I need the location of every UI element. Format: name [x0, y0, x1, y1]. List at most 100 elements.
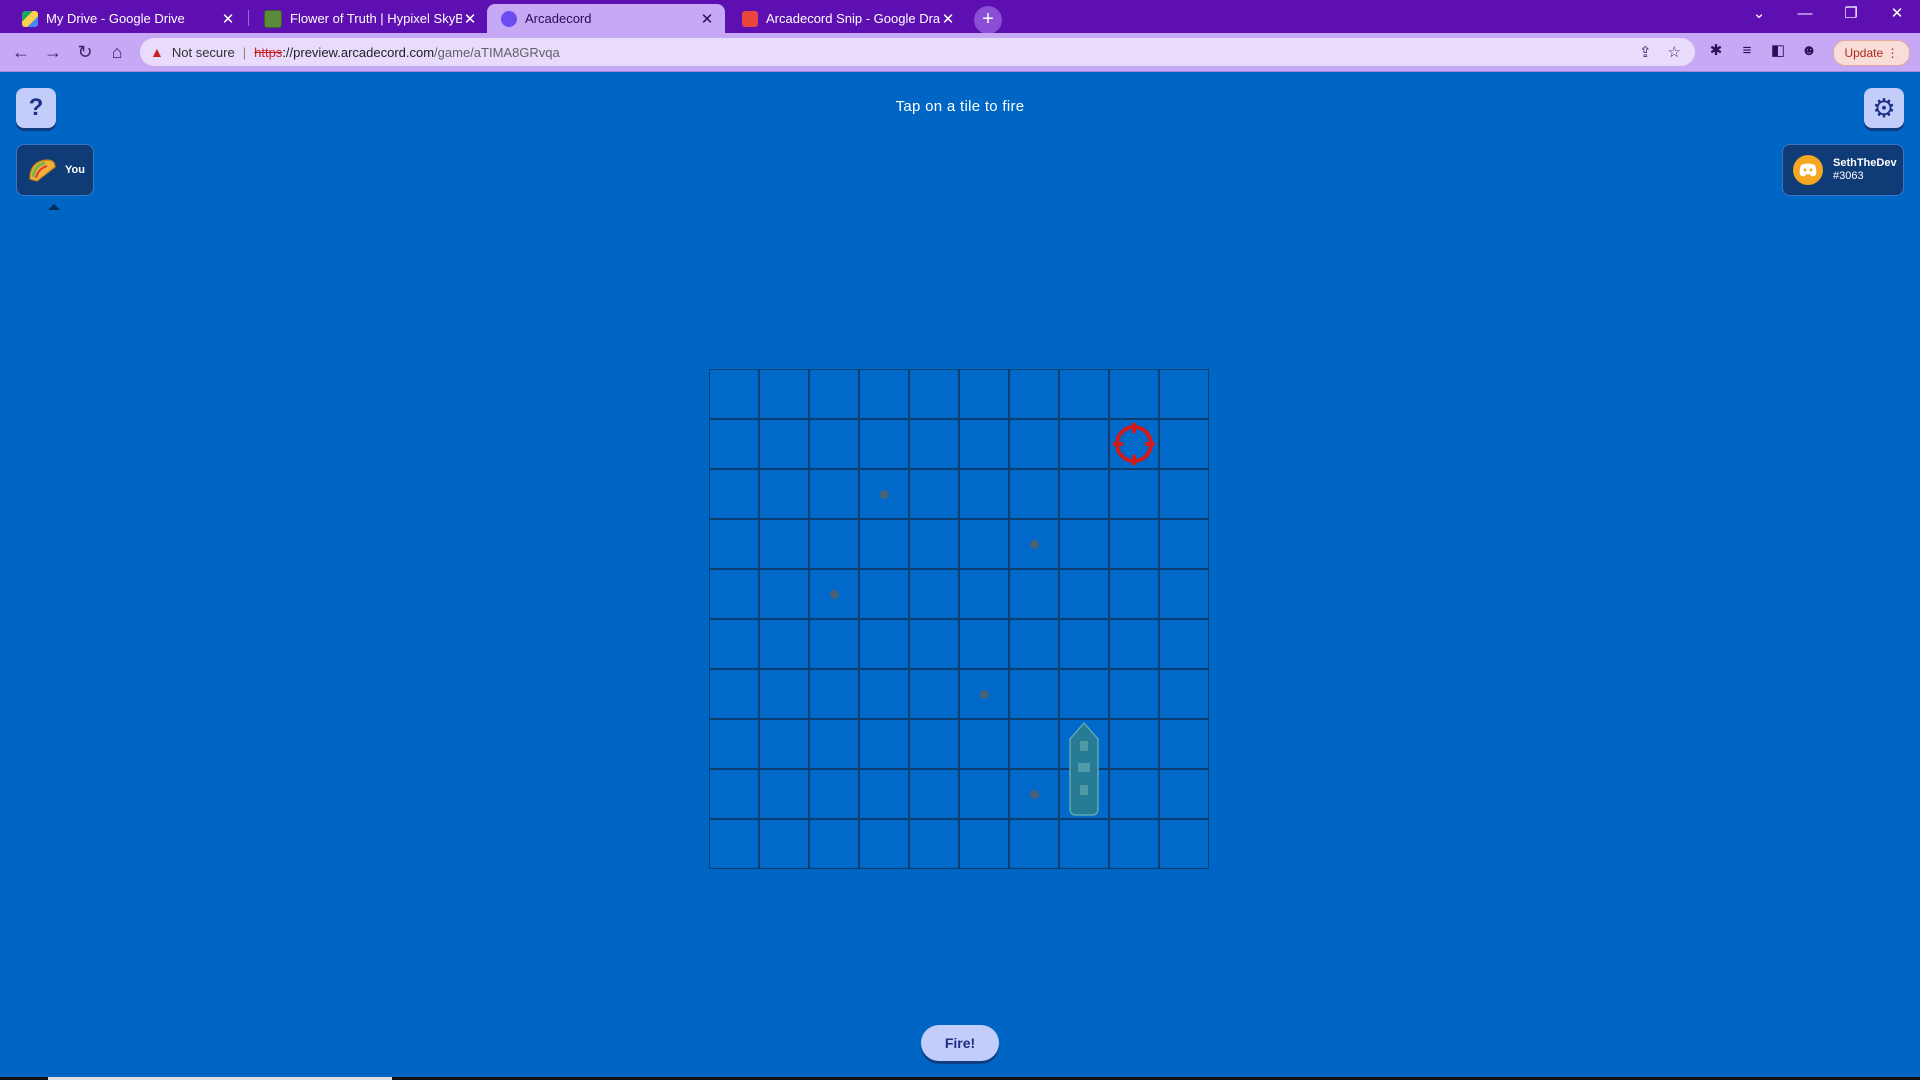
- grid-tile[interactable]: [1159, 719, 1209, 769]
- grid-tile[interactable]: [709, 769, 759, 819]
- grid-tile[interactable]: [709, 369, 759, 419]
- grid-tile[interactable]: [909, 419, 959, 469]
- address-bar[interactable]: ▲ Not secure | https://preview.arcadecor…: [140, 38, 1695, 66]
- grid-tile[interactable]: [809, 519, 859, 569]
- grid-tile[interactable]: [959, 769, 1009, 819]
- grid-tile[interactable]: [809, 769, 859, 819]
- grid-tile[interactable]: [759, 519, 809, 569]
- grid-tile[interactable]: [959, 519, 1009, 569]
- close-icon[interactable]: ✕: [699, 10, 715, 28]
- grid-tile[interactable]: [1159, 569, 1209, 619]
- grid-tile[interactable]: [909, 719, 959, 769]
- grid-tile[interactable]: [1059, 819, 1109, 869]
- grid-tile[interactable]: [1009, 619, 1059, 669]
- close-icon[interactable]: ✕: [462, 10, 478, 28]
- grid-tile[interactable]: [709, 519, 759, 569]
- grid-tile[interactable]: [959, 469, 1009, 519]
- grid-tile[interactable]: [1159, 669, 1209, 719]
- grid-tile[interactable]: [909, 669, 959, 719]
- tab-search-chevron-icon[interactable]: ⌄: [1736, 0, 1782, 30]
- restore-button[interactable]: ❐: [1828, 0, 1874, 30]
- grid-tile[interactable]: [859, 719, 909, 769]
- grid-tile[interactable]: [1109, 769, 1159, 819]
- grid-tile[interactable]: [1009, 819, 1059, 869]
- grid-tile[interactable]: [759, 369, 809, 419]
- minimize-button[interactable]: —: [1782, 0, 1828, 30]
- grid-tile[interactable]: [959, 719, 1009, 769]
- grid-tile[interactable]: [909, 769, 959, 819]
- grid-tile[interactable]: [1159, 819, 1209, 869]
- side-panel-icon[interactable]: ◧: [1768, 41, 1788, 61]
- grid-tile[interactable]: [809, 419, 859, 469]
- grid-tile[interactable]: [1059, 519, 1109, 569]
- tab-arcadecord[interactable]: Arcadecord ✕: [487, 4, 725, 33]
- extensions-puzzle-icon[interactable]: ✱: [1706, 41, 1726, 61]
- grid-tile[interactable]: [1059, 469, 1109, 519]
- grid-tile[interactable]: [759, 469, 809, 519]
- grid-tile[interactable]: [709, 819, 759, 869]
- grid-tile[interactable]: [959, 369, 1009, 419]
- grid-tile[interactable]: [759, 769, 809, 819]
- grid-tile[interactable]: [1009, 469, 1059, 519]
- grid-tile[interactable]: [1009, 719, 1059, 769]
- grid-tile[interactable]: [759, 719, 809, 769]
- grid-tile[interactable]: [709, 419, 759, 469]
- close-icon[interactable]: ✕: [220, 10, 236, 28]
- grid-tile[interactable]: [959, 619, 1009, 669]
- reading-list-icon[interactable]: ≡: [1737, 41, 1757, 61]
- grid-tile[interactable]: [1109, 519, 1159, 569]
- grid-tile[interactable]: [859, 769, 909, 819]
- grid-tile[interactable]: [809, 719, 859, 769]
- grid-tile[interactable]: [759, 569, 809, 619]
- tab-google-drawings[interactable]: Arcadecord Snip - Google Drawings ✕: [728, 4, 966, 33]
- grid-tile[interactable]: [709, 719, 759, 769]
- grid-tile[interactable]: [1159, 769, 1209, 819]
- profile-avatar-icon[interactable]: ☻: [1799, 41, 1819, 61]
- new-tab-button[interactable]: +: [974, 6, 1002, 34]
- grid-tile[interactable]: [1159, 419, 1209, 469]
- grid-tile[interactable]: [759, 619, 809, 669]
- security-label[interactable]: Not secure: [172, 45, 235, 60]
- grid-tile[interactable]: [1109, 819, 1159, 869]
- grid-tile[interactable]: [909, 619, 959, 669]
- player-card[interactable]: You: [16, 144, 94, 196]
- grid-tile[interactable]: [1109, 669, 1159, 719]
- grid-tile[interactable]: [859, 669, 909, 719]
- grid-tile[interactable]: [1009, 669, 1059, 719]
- forward-button[interactable]: →: [42, 41, 64, 63]
- grid-tile[interactable]: [1059, 619, 1109, 669]
- grid-tile[interactable]: [1159, 619, 1209, 669]
- grid-tile[interactable]: [1109, 369, 1159, 419]
- grid-tile[interactable]: [1059, 669, 1109, 719]
- settings-gear-icon[interactable]: ⚙: [1864, 88, 1904, 128]
- grid-tile[interactable]: [959, 569, 1009, 619]
- close-window-button[interactable]: ✕: [1874, 0, 1920, 30]
- grid-tile[interactable]: [809, 619, 859, 669]
- grid-tile[interactable]: [759, 819, 809, 869]
- back-button[interactable]: ←: [10, 41, 32, 63]
- grid-tile[interactable]: [1159, 469, 1209, 519]
- grid-tile[interactable]: [909, 519, 959, 569]
- grid-tile[interactable]: [709, 619, 759, 669]
- reload-button[interactable]: ↻: [74, 41, 96, 63]
- grid-tile[interactable]: [1109, 469, 1159, 519]
- grid-tile[interactable]: [959, 819, 1009, 869]
- grid-tile[interactable]: [809, 819, 859, 869]
- grid-tile[interactable]: [1059, 369, 1109, 419]
- grid-tile[interactable]: [709, 469, 759, 519]
- grid-tile[interactable]: [959, 419, 1009, 469]
- grid-tile[interactable]: [709, 669, 759, 719]
- grid-tile[interactable]: [859, 819, 909, 869]
- grid-tile[interactable]: [1059, 569, 1109, 619]
- grid-tile[interactable]: [759, 419, 809, 469]
- grid-tile[interactable]: [1109, 619, 1159, 669]
- grid-tile[interactable]: [809, 369, 859, 419]
- update-button[interactable]: Update ⋮: [1833, 40, 1910, 66]
- grid-tile[interactable]: [909, 369, 959, 419]
- tab-hypixel[interactable]: Flower of Truth | Hypixel SkyBlock ✕: [250, 4, 488, 33]
- grid-tile[interactable]: [859, 369, 909, 419]
- grid-tile[interactable]: [1159, 519, 1209, 569]
- share-icon[interactable]: ⇪: [1639, 43, 1652, 61]
- home-button[interactable]: ⌂: [106, 41, 128, 63]
- grid-tile[interactable]: [709, 569, 759, 619]
